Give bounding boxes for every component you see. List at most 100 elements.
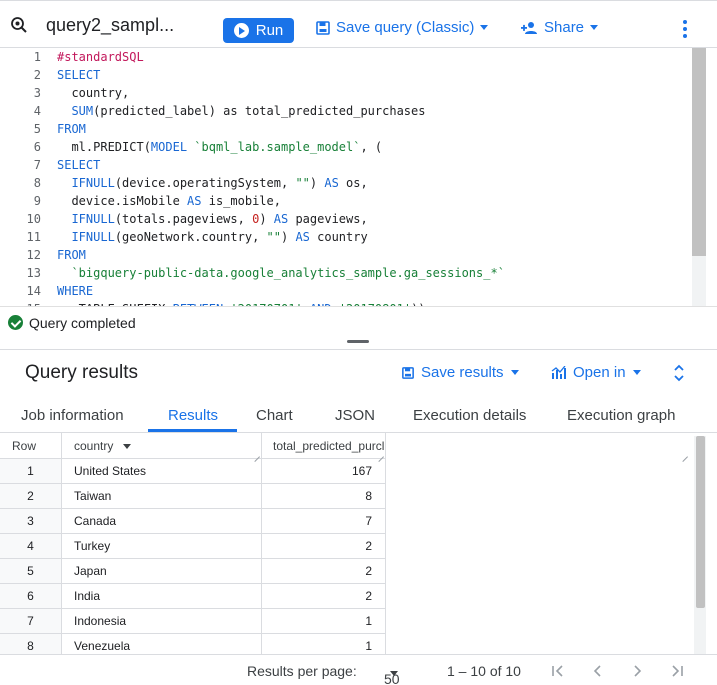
- sql-editor[interactable]: 15 _TABLE_SUFFIX BETWEEN '20170701' AND …: [0, 48, 717, 306]
- code-token: ): [309, 176, 325, 190]
- sort-down-icon[interactable]: [122, 444, 131, 450]
- tab-results[interactable]: Results: [168, 407, 218, 424]
- code-text: FROM: [57, 246, 86, 264]
- cell-total-predicted-purchases[interactable]: 1: [262, 609, 386, 634]
- cell-total-predicted-purchases[interactable]: 8: [262, 484, 386, 509]
- code-line[interactable]: 13 `bigquery-public-data.google_analytic…: [0, 264, 690, 282]
- line-number: 11: [26, 230, 41, 244]
- code-token: pageviews,: [288, 212, 368, 226]
- cell-country[interactable]: Indonesia: [62, 609, 262, 634]
- code-line[interactable]: 5 FROM: [0, 120, 690, 138]
- code-token: WHERE: [57, 284, 94, 298]
- row-number[interactable]: 8: [0, 634, 62, 654]
- cell-country[interactable]: Taiwan: [62, 484, 262, 509]
- cell-country[interactable]: Venezuela: [62, 634, 262, 654]
- cell-country[interactable]: United States: [62, 459, 262, 484]
- code-line[interactable]: 1 #standardSQL: [0, 48, 690, 66]
- code-line[interactable]: 14 WHERE: [0, 282, 690, 300]
- cell-total-predicted-purchases[interactable]: 167: [262, 459, 386, 484]
- code-token: IFNULL: [71, 212, 115, 226]
- cell-country[interactable]: Japan: [62, 559, 262, 584]
- code-line[interactable]: 2 SELECT: [0, 66, 690, 84]
- row-number[interactable]: 1: [0, 459, 62, 484]
- code-token: os,: [338, 176, 368, 190]
- editor-scrollbar[interactable]: [692, 48, 706, 306]
- last-page-icon[interactable]: [669, 663, 685, 679]
- column-header-country[interactable]: country: [62, 433, 262, 459]
- line-number: 4: [33, 104, 41, 118]
- code-line[interactable]: 4 SUM(predicted_label) as total_predicte…: [0, 102, 690, 120]
- query-tab-title[interactable]: query2_sampl...: [46, 15, 174, 36]
- column-resize-icon[interactable]: [253, 450, 261, 458]
- expand-icon[interactable]: [672, 364, 686, 382]
- column-header-label: country: [74, 439, 114, 453]
- chevron-down-icon: [510, 370, 519, 375]
- save-query-button[interactable]: Save query (Classic): [316, 19, 489, 36]
- row-number[interactable]: 2: [0, 484, 62, 509]
- next-page-icon[interactable]: [629, 663, 645, 679]
- column-resize-icon[interactable]: [681, 450, 689, 458]
- play-icon: [233, 23, 249, 38]
- code-line[interactable]: 3 country,: [0, 84, 690, 102]
- active-tab-indicator: [148, 429, 237, 432]
- tab-chart[interactable]: Chart: [256, 407, 293, 424]
- previous-page-icon[interactable]: [590, 663, 606, 679]
- code-token: AS: [295, 230, 310, 244]
- tab-json[interactable]: JSON: [335, 407, 375, 424]
- row-number[interactable]: 6: [0, 584, 62, 609]
- status-text: Query completed: [29, 315, 136, 331]
- open-in-button[interactable]: Open in: [551, 364, 641, 381]
- code-token: AS: [324, 176, 339, 190]
- code-line[interactable]: 6 ml.PREDICT(MODEL `bqml_lab.sample_mode…: [0, 138, 690, 156]
- more-options-icon[interactable]: [682, 20, 688, 38]
- code-token: AS: [187, 194, 202, 208]
- results-title: Query results: [25, 362, 138, 383]
- query-status-bar: Query completed: [0, 306, 717, 336]
- code-line[interactable]: 8 IFNULL(device.operatingSystem, "") AS …: [0, 174, 690, 192]
- line-number: 5: [33, 122, 41, 136]
- code-text: SUM(predicted_label) as total_predicted_…: [57, 102, 425, 120]
- row-number[interactable]: 5: [0, 559, 62, 584]
- column-resize-icon[interactable]: [377, 450, 385, 458]
- cell-country[interactable]: India: [62, 584, 262, 609]
- code-line[interactable]: 11 IFNULL(geoNetwork.country, "") AS cou…: [0, 228, 690, 246]
- code-text: IFNULL(totals.pageviews, 0) AS pageviews…: [57, 210, 368, 228]
- share-button[interactable]: Share: [521, 19, 599, 36]
- code-text: SELECT: [57, 66, 100, 84]
- code-text: country,: [57, 84, 129, 102]
- code-line[interactable]: 9 device.isMobile AS is_mobile,: [0, 192, 690, 210]
- tab-execution-details[interactable]: Execution details: [413, 407, 526, 424]
- run-button[interactable]: Run: [223, 18, 294, 43]
- first-page-icon[interactable]: [550, 663, 566, 679]
- code-line[interactable]: 12 FROM: [0, 246, 690, 264]
- column-header-total-predicted-purchases[interactable]: total_predicted_purcl: [262, 433, 386, 459]
- cell-total-predicted-purchases[interactable]: 2: [262, 559, 386, 584]
- code-token: (geoNetwork.country,: [114, 230, 267, 244]
- code-token: "": [295, 176, 310, 190]
- code-token: device.isMobile: [57, 194, 188, 208]
- code-line[interactable]: 7 SELECT: [0, 156, 690, 174]
- code-token: ml.PREDICT(: [57, 140, 151, 154]
- cell-country[interactable]: Canada: [62, 509, 262, 534]
- row-number[interactable]: 7: [0, 609, 62, 634]
- row-number[interactable]: 3: [0, 509, 62, 534]
- share-label: Share: [544, 19, 585, 36]
- code-line[interactable]: 10 IFNULL(totals.pageviews, 0) AS pagevi…: [0, 210, 690, 228]
- cell-total-predicted-purchases[interactable]: 7: [262, 509, 386, 534]
- row-number[interactable]: 4: [0, 534, 62, 559]
- cell-total-predicted-purchases[interactable]: 1: [262, 634, 386, 654]
- save-icon: [402, 366, 414, 379]
- tab-job-information[interactable]: Job information: [21, 407, 124, 424]
- cell-country[interactable]: Turkey: [62, 534, 262, 559]
- table-scrollbar[interactable]: [694, 436, 706, 654]
- cell-total-predicted-purchases[interactable]: 2: [262, 534, 386, 559]
- save-results-button[interactable]: Save results: [402, 364, 519, 381]
- chevron-down-icon: [590, 25, 599, 30]
- panel-splitter[interactable]: [0, 336, 717, 350]
- tab-execution-graph[interactable]: Execution graph: [567, 407, 675, 424]
- code-token: ): [280, 230, 296, 244]
- drag-handle-icon[interactable]: [347, 340, 369, 343]
- cell-total-predicted-purchases[interactable]: 2: [262, 584, 386, 609]
